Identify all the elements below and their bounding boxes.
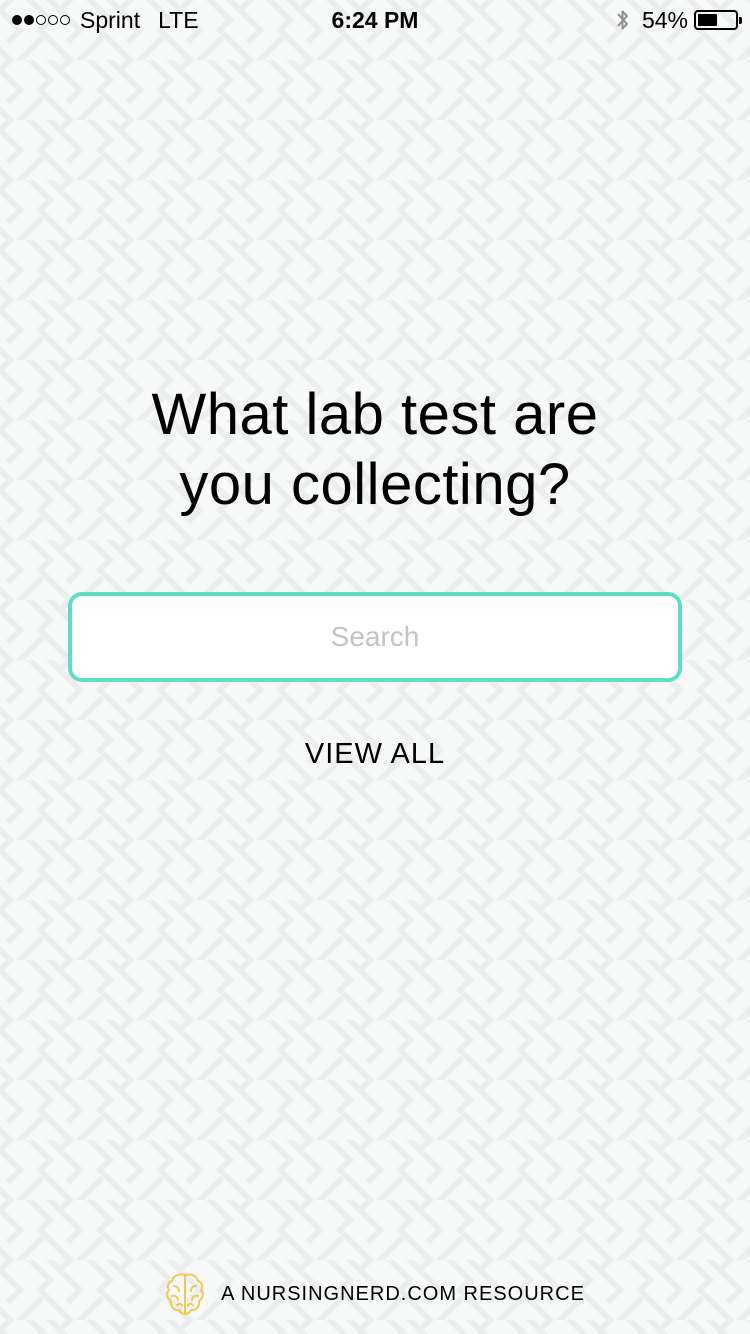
page-title-line2: you collecting? <box>179 452 571 517</box>
brain-icon <box>165 1271 205 1317</box>
status-bar: Sprint LTE 6:24 PM 54% <box>0 0 750 40</box>
bluetooth-icon <box>616 8 630 32</box>
page-title-line1: What lab test are <box>151 382 599 447</box>
search-field[interactable] <box>68 592 682 682</box>
battery-percent: 54% <box>641 6 688 33</box>
battery-tip <box>739 17 742 24</box>
battery-icon <box>694 10 742 30</box>
footer-text: A NURSINGNERD.COM RESOURCE <box>221 1282 585 1305</box>
footer: A NURSINGNERD.COM RESOURCE <box>0 1270 750 1318</box>
view-all-button[interactable]: VIEW ALL <box>0 734 750 774</box>
battery-fill <box>698 14 718 26</box>
status-right: 54% <box>616 6 742 34</box>
search-input[interactable] <box>72 596 678 678</box>
page-title: What lab test are you collecting? <box>60 380 690 520</box>
